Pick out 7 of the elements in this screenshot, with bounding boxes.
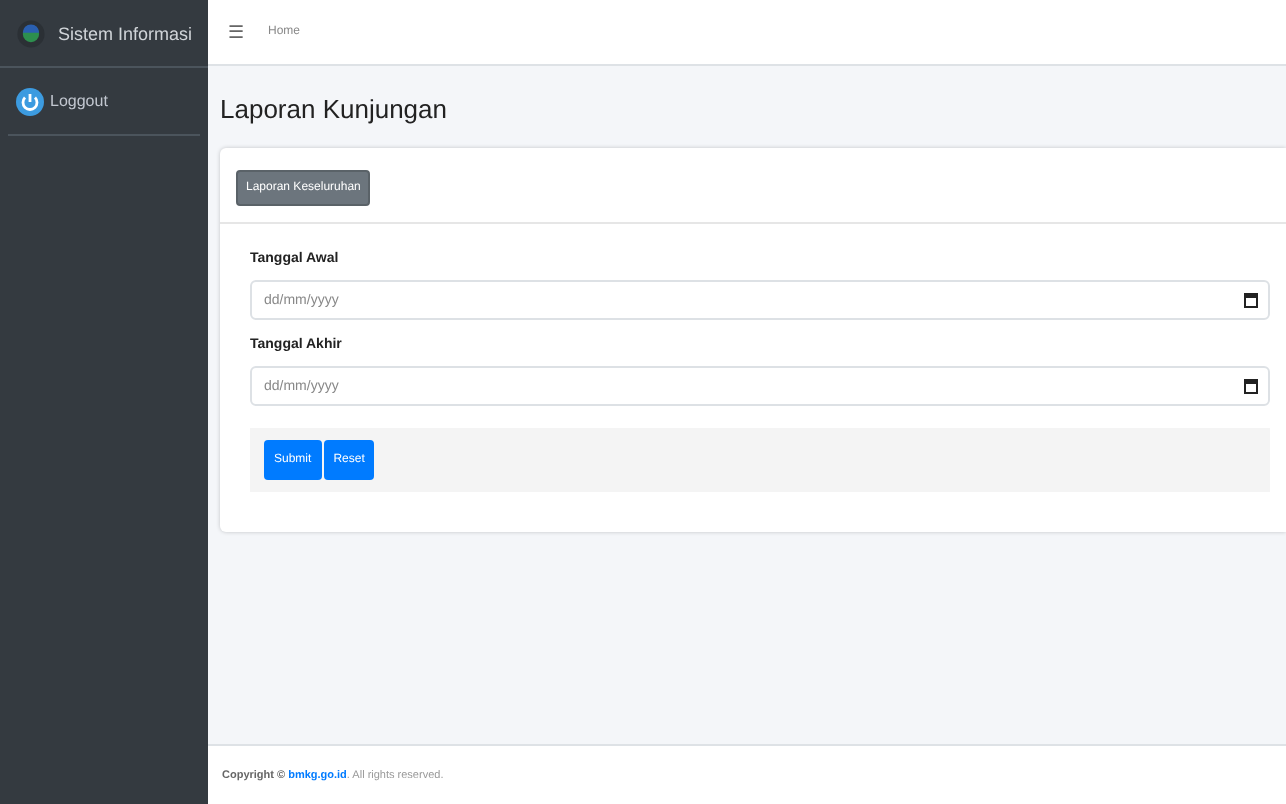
menu-icon[interactable]: ☰ xyxy=(228,22,244,42)
power-icon xyxy=(16,87,44,115)
calendar-icon[interactable] xyxy=(1244,292,1258,308)
brand-title[interactable]: Sistem Informasi xyxy=(57,23,192,43)
sidebar-item[interactable]: Loggout xyxy=(8,68,200,136)
calendar-icon[interactable] xyxy=(1244,378,1258,394)
page-title: Laporan Kunjungan xyxy=(220,94,449,124)
